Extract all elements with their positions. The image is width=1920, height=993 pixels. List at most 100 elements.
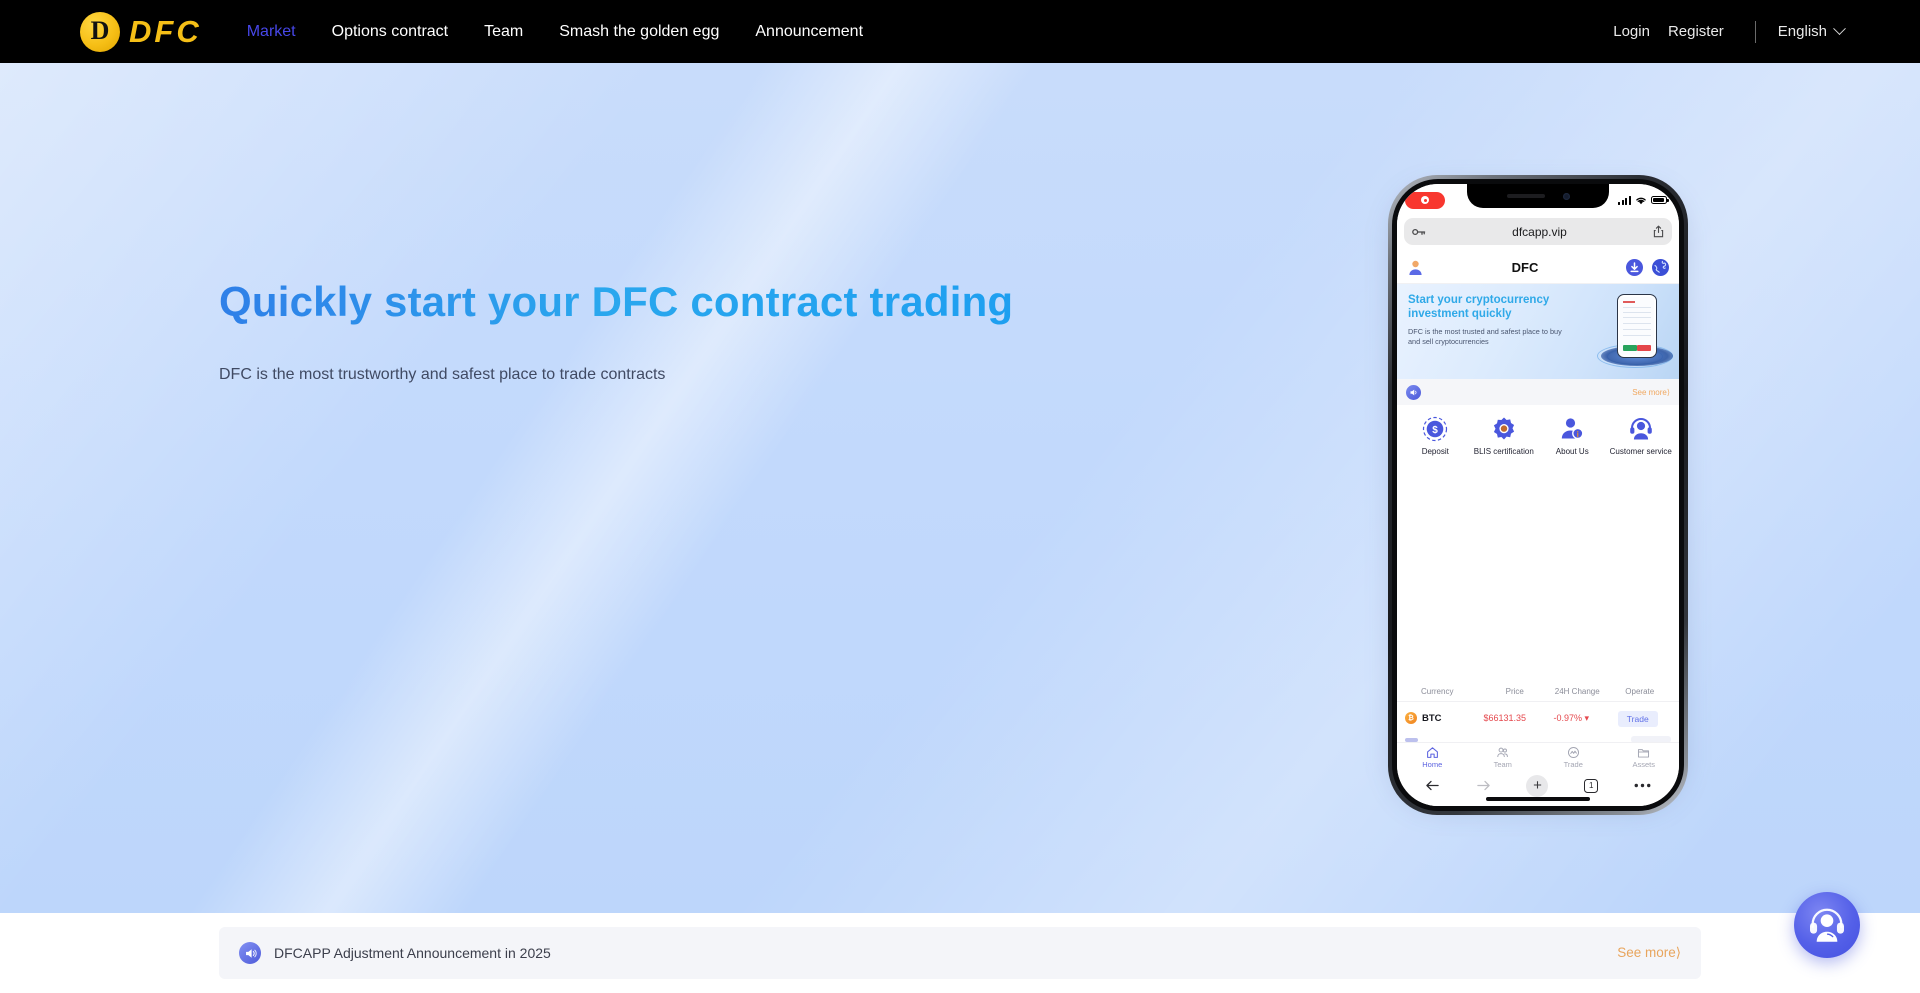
customer-support-button[interactable] [1794,892,1860,958]
hero-subtitle: DFC is the most trustworthy and safest p… [219,366,666,383]
brand-logo[interactable]: D DFC [80,11,202,52]
tab-team[interactable]: Team [1468,746,1539,769]
tab-label: Team [1493,759,1512,769]
nav-right-group: Login Register English [1604,20,1846,43]
nav-item-announcement[interactable]: Announcement [737,0,881,63]
forward-arrow-icon[interactable] [1476,779,1491,792]
svg-text:i: i [1577,430,1579,439]
announcement-bar[interactable]: DFCAPP Adjustment Announcement in 2025 S… [219,927,1701,979]
col-operate: Operate [1625,687,1655,696]
chevron-down-icon [1833,22,1846,36]
wifi-icon [1636,197,1646,204]
row-currency: ₿ BTC [1405,712,1472,724]
megaphone-icon [1406,384,1421,400]
row-price: $66131.35 [1483,713,1527,723]
certificate-badge-icon [1493,417,1514,440]
announcement-area: DFCAPP Adjustment Announcement in 2025 S… [0,913,1920,993]
share-icon[interactable] [1653,225,1664,238]
notice-see-more-link[interactable]: See more⟩ [1632,388,1670,397]
col-currency: Currency [1421,687,1454,696]
quick-action-label: Deposit [1421,447,1449,456]
promo-banner[interactable]: Start your cryptocurrency investment qui… [1397,284,1679,379]
register-button[interactable]: Register [1659,23,1733,40]
banner-title: Start your cryptocurrency investment qui… [1408,294,1550,320]
signal-bars-icon [1618,195,1631,205]
url-text: dfcapp.vip [1512,224,1567,239]
team-icon [1497,747,1509,757]
language-selector[interactable]: English [1777,22,1846,40]
quick-action-deposit[interactable]: $ Deposit [1401,416,1470,457]
announcement-see-more-link[interactable]: See more⟩ [1617,945,1681,961]
tab-assets[interactable]: Assets [1609,746,1680,769]
download-icon[interactable] [1626,258,1643,276]
assets-icon [1638,748,1650,758]
btc-coin-icon: ₿ [1405,712,1417,724]
more-dots-icon[interactable] [1634,783,1651,788]
hero-copy: Quickly start your DFC contract trading … [219,278,1013,384]
quick-action-label: About Us [1555,447,1589,456]
user-avatar-icon[interactable] [1407,259,1424,276]
nav-item-golden-egg[interactable]: Smash the golden egg [541,0,737,63]
hero-title: Quickly start your DFC contract trading [219,278,1014,325]
tab-count-button[interactable]: 1 [1584,778,1599,793]
headset-icon [1629,418,1652,440]
megaphone-icon [239,942,261,964]
quick-action-label: Customer service [1609,447,1672,456]
status-indicators [1618,195,1669,205]
status-bar [1397,184,1679,216]
phone-mockup: dfcapp.vip DFC Start your cryptocurrency… [1388,175,1688,815]
nav-item-market[interactable]: Market [229,0,314,63]
nav-item-team[interactable]: Team [466,0,541,63]
row-symbol: BTC [1422,712,1442,724]
notch [1467,184,1609,208]
tab-label: Trade [1563,759,1583,769]
nav-links: Market Options contract Team Smash the g… [229,0,881,63]
nav-divider [1754,20,1756,43]
table-row[interactable]: ₿ BTC $66131.35 -0.97% ▾ Trade [1397,702,1679,734]
quick-actions-grid: $ Deposit BLIS certification i About Us … [1397,405,1679,463]
key-icon [1412,227,1426,237]
customer-support-icon [1810,908,1844,942]
trade-icon [1567,746,1579,758]
earpiece-speaker [1506,194,1545,198]
globe-icon[interactable] [1652,258,1669,276]
trade-button[interactable]: Trade [1617,711,1658,727]
back-arrow-icon[interactable] [1425,779,1440,792]
app-header: DFC [1397,251,1679,284]
svg-text:$: $ [1432,425,1438,436]
language-label: English [1777,23,1827,40]
hero-section: Quickly start your DFC contract trading … [0,63,1920,913]
row-operate: Trade [1605,709,1672,727]
tab-home[interactable]: Home [1397,746,1468,769]
dfc-coin-icon: D [80,11,120,52]
tab-trade[interactable]: Trade [1538,746,1609,769]
front-camera-icon [1562,192,1570,200]
quick-action-label: BLIS certification [1473,447,1534,456]
announcement-text: DFCAPP Adjustment Announcement in 2025 [274,945,551,961]
dollar-coin-icon: $ [1423,416,1448,442]
top-navbar: D DFC Market Options contract Team Smash… [0,0,1920,63]
tab-label: Home [1422,759,1443,769]
about-person-icon: i [1562,418,1584,440]
phone-bezel: dfcapp.vip DFC Start your cryptocurrency… [1392,179,1684,811]
quick-action-about-us[interactable]: i About Us [1538,416,1607,457]
app-notice-strip[interactable]: See more⟩ [1397,379,1679,405]
plus-icon[interactable]: + [1526,774,1549,797]
url-bar[interactable]: dfcapp.vip [1404,218,1672,245]
caret-down-icon: ▾ [1584,712,1590,723]
banner-phone-illustration [1617,294,1657,358]
home-icon [1426,746,1438,758]
col-24h-change: 24H Change [1554,687,1600,696]
quick-action-blis-certification[interactable]: BLIS certification [1470,416,1539,457]
quick-action-customer-service[interactable]: Customer service [1607,416,1676,457]
col-price: Price [1505,687,1524,696]
market-table-header: Currency Price 24H Change Operate [1397,687,1679,702]
coin-letter: D [90,15,110,45]
nav-item-options-contract[interactable]: Options contract [314,0,467,63]
brand-wordmark: DFC [129,13,202,49]
row-change: -0.97% ▾ [1538,713,1605,724]
phone-screen: dfcapp.vip DFC Start your cryptocurrency… [1397,184,1679,806]
home-indicator [1486,797,1590,801]
login-button[interactable]: Login [1604,23,1659,40]
banner-subtitle: DFC is the most trusted and safest place… [1408,327,1562,346]
